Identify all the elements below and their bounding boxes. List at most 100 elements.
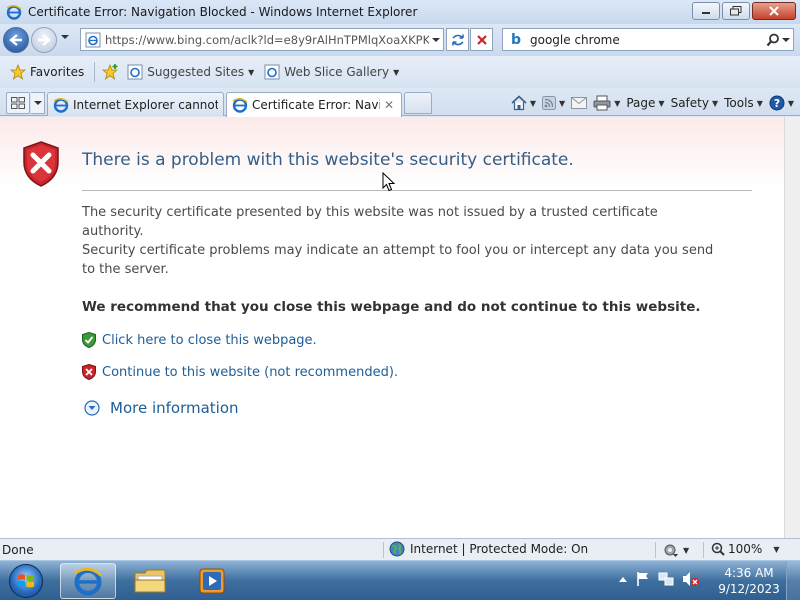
globe-icon [389,541,405,557]
search-input[interactable] [530,32,763,47]
clock[interactable]: 4:36 AM 9/12/2023 [716,565,782,597]
show-desktop-button[interactable] [786,561,800,600]
refresh-icon [451,34,464,45]
close-tab-icon[interactable]: ✕ [384,98,396,112]
suggested-sites-link[interactable]: Suggested Sites ▼ [127,64,254,80]
tab-title: Certificate Error: Navig... [252,98,380,112]
help-icon: ? [769,95,785,111]
tab-row: Internet Explorer cannot di... Certifica… [0,88,800,117]
page-title: There is a problem with this website's s… [82,150,574,170]
tools-menu-label: Tools [724,96,754,110]
tab-list-button[interactable] [31,92,45,114]
stop-icon [476,34,487,45]
tab-certificate-error[interactable]: Certificate Error: Navig... ✕ [226,92,402,117]
back-icon [9,34,22,46]
taskbar-internet-explorer[interactable] [60,563,116,599]
favorites-button[interactable]: Favorites [6,62,88,82]
folder-icon [134,569,166,593]
search-box[interactable]: b [502,28,794,51]
quick-tabs-button[interactable] [6,92,30,114]
taskbar-media-player[interactable] [184,563,240,599]
favorites-bar: Favorites Suggested Sites ▼ Web Slice Ga… [0,56,800,88]
chevron-down-icon [33,101,42,105]
zoom-control[interactable]: 100% ▼ [711,542,779,556]
chevron-down-icon: ▼ [614,98,621,108]
chevron-down-icon: ▼ [559,98,566,108]
printer-icon [593,95,611,111]
help-menu[interactable]: ? ▼ [769,95,794,111]
shield-x-icon [82,364,96,380]
tools-menu[interactable]: Tools ▼ [724,96,763,110]
ie-page-icon [127,64,143,80]
start-button[interactable] [4,563,48,599]
add-to-favorites-icon[interactable] [101,63,121,81]
search-icon [766,33,779,46]
ie-logo-icon [6,5,22,20]
mail-icon [571,97,588,109]
security-zone[interactable]: Internet | Protected Mode: On [389,541,588,557]
maximize-button[interactable] [722,2,750,20]
show-hidden-icons-button[interactable] [618,572,628,586]
status-text: Done [2,543,34,557]
minimize-button[interactable] [692,2,720,20]
address-dropdown[interactable] [429,36,443,44]
safety-menu-label: Safety [670,96,709,110]
action-center-flag-icon[interactable] [636,571,650,587]
search-button[interactable] [763,33,793,47]
address-bar[interactable]: https://www.bing.com/aclk?ld=e8y9rAlHnTP… [80,28,444,51]
warning-text: Security certificate problems may indica… [82,243,714,277]
rss-feed-icon [542,96,557,110]
star-icon [10,64,26,80]
forward-button[interactable] [31,27,57,53]
suggested-sites-label: Suggested Sites [147,65,245,79]
safety-menu[interactable]: Safety ▼ [671,96,719,110]
close-webpage-option: Click here to close this webpage. [82,332,317,348]
refresh-button[interactable] [446,28,469,51]
windows-logo-icon [9,564,43,598]
pop-up-blocker-button[interactable]: ▼ [662,542,689,558]
ie-page-icon [264,64,280,80]
chevron-up-icon [619,577,627,582]
print-button[interactable]: ▼ [593,95,620,111]
title-bar: Certificate Error: Navigation Blocked - … [0,0,800,24]
back-button[interactable] [3,27,29,53]
page-menu[interactable]: Page ▼ [626,96,664,110]
status-separator [383,542,384,558]
read-mail-button[interactable] [571,97,588,109]
shield-error-icon [23,141,59,187]
chevron-down-icon: ▼ [773,544,780,554]
more-information-toggle[interactable]: More information [84,399,239,417]
close-window-button[interactable] [752,2,796,20]
volume-muted-icon[interactable] [682,571,700,587]
restore-icon [730,6,742,16]
chevron-down-icon: ▼ [529,98,537,108]
new-tab-button[interactable] [404,92,432,114]
chevron-down-icon: ▼ [658,98,665,108]
network-icon[interactable] [658,571,674,587]
shield-check-icon [82,332,96,348]
close-webpage-link[interactable]: Click here to close this webpage. [102,333,317,348]
more-information-label: More information [110,399,239,417]
window-title: Certificate Error: Navigation Blocked - … [28,5,418,19]
recent-pages-dropdown[interactable] [60,33,70,41]
zoom-level: 100% [728,542,763,556]
mouse-cursor-icon [382,172,396,192]
command-bar: ▼ ▼ ▼ Page ▼ Safety ▼ Tools ▼ ? ▼ [511,92,794,114]
web-slice-gallery-link[interactable]: Web Slice Gallery ▼ [264,64,399,80]
tab-ie-cannot-display[interactable]: Internet Explorer cannot di... [47,92,224,116]
vertical-scrollbar[interactable] [784,117,800,538]
feeds-button[interactable]: ▼ [542,96,565,110]
home-button[interactable]: ▼ [511,95,536,111]
favorites-label: Favorites [30,65,85,79]
taskbar-windows-explorer[interactable] [122,563,178,599]
address-row: https://www.bing.com/aclk?ld=e8y9rAlHnTP… [0,24,800,56]
explanation-text: The security certificate presented by th… [82,205,658,239]
continue-to-website-link[interactable]: Continue to this website (not recommende… [102,365,398,380]
recommendation-text: We recommend that you close this webpage… [82,299,701,315]
url-text[interactable]: https://www.bing.com/aclk?ld=e8y9rAlHnTP… [105,33,429,47]
chevron-down-icon: ▼ [248,67,255,77]
status-bar: Done Internet | Protected Mode: On ▼ 100… [0,538,800,560]
settings-icon [664,544,678,557]
home-icon [511,95,527,111]
stop-button[interactable] [470,28,493,51]
